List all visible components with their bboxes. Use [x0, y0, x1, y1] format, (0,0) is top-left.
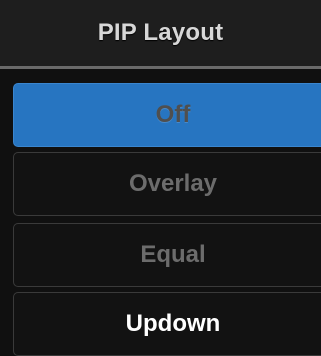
option-off-label: Off — [155, 101, 191, 128]
option-off-button[interactable]: Off — [13, 83, 321, 147]
option-equal-label: Equal — [140, 241, 206, 268]
panel-header: PIP Layout — [0, 0, 321, 66]
option-overlay-button[interactable]: Overlay — [13, 152, 321, 216]
header-divider — [0, 66, 321, 69]
option-equal-button[interactable]: Equal — [13, 223, 321, 287]
option-overlay-label: Overlay — [128, 170, 218, 197]
pip-layout-panel: PIP Layout Off Overlay Equal Updown — [0, 0, 321, 356]
option-updown-label: Updown — [125, 310, 221, 337]
option-updown-button[interactable]: Updown — [13, 292, 321, 356]
panel-title: PIP Layout — [97, 19, 224, 46]
